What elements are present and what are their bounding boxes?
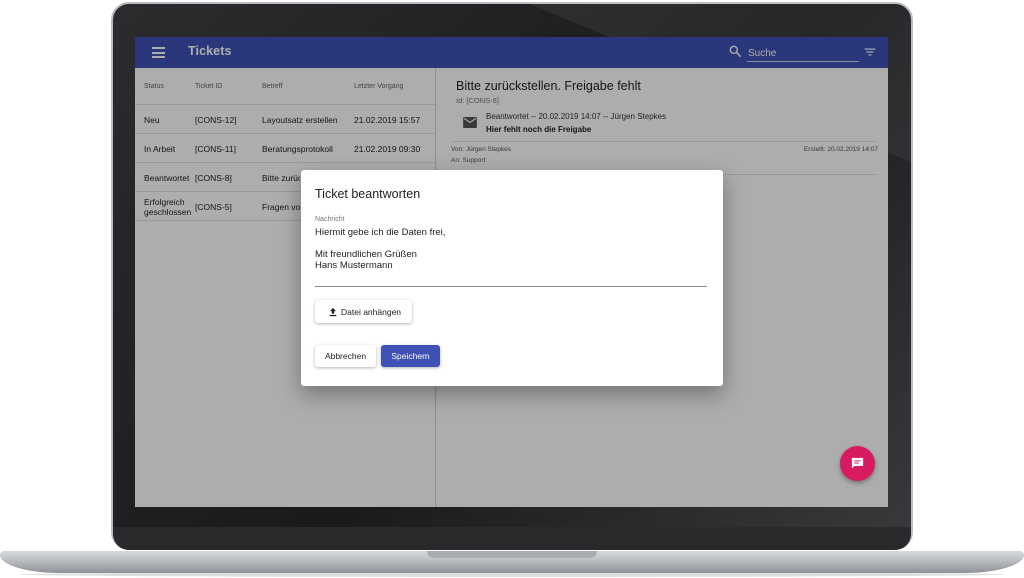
reply-fab-button[interactable] [840, 446, 875, 481]
chat-icon [851, 457, 864, 469]
reply-dialog: Ticket beantworten Nachricht Hiermit geb… [301, 170, 723, 386]
upload-icon [329, 307, 337, 317]
save-button[interactable]: Speichern [381, 345, 440, 367]
laptop-bezel [113, 527, 911, 550]
attach-file-label: Datei anhängen [341, 306, 402, 317]
attach-file-button[interactable]: Datei anhängen [315, 300, 412, 323]
dialog-title: Ticket beantworten [315, 187, 421, 201]
message-field[interactable]: Hiermit gebe ich die Daten frei, Mit fre… [315, 227, 707, 287]
app-screen: Tickets Status Ticket ID Betreff Letzter… [135, 37, 888, 507]
cancel-button[interactable]: Abbrechen [315, 345, 376, 367]
message-field-label: Nachricht [315, 216, 345, 223]
laptop-notch [427, 551, 597, 558]
